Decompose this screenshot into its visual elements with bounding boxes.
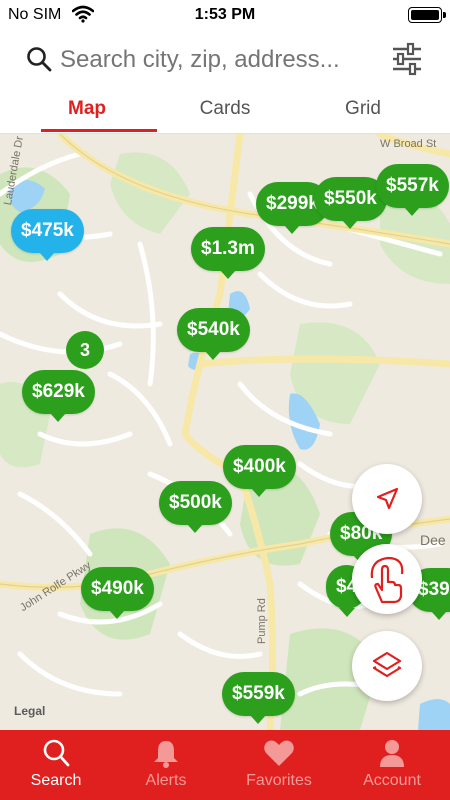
street-label: W Broad St (380, 138, 437, 150)
nav-label: Account (363, 772, 421, 789)
location-arrow-icon (376, 487, 399, 510)
draw-area-button[interactable] (352, 544, 422, 614)
search-icon (26, 46, 52, 77)
nav-alerts[interactable]: Alerts (110, 730, 222, 800)
nav-label: Alerts (145, 772, 187, 789)
legal-link[interactable]: Legal (14, 704, 45, 718)
status-bar: No SIM 1:53 PM (0, 0, 450, 30)
nav-label: Favorites (246, 772, 312, 789)
heart-icon (264, 740, 294, 766)
price-pin[interactable]: $540k (177, 308, 250, 360)
battery-icon (408, 7, 446, 23)
clock: 1:53 PM (194, 6, 256, 23)
draw-gesture-icon (370, 556, 404, 604)
price-pin[interactable]: $490k (81, 567, 154, 619)
search-bar (0, 30, 450, 90)
price-pin[interactable]: $1.3m (191, 227, 265, 279)
nav-label: Search (30, 772, 82, 789)
tab-cards[interactable]: Cards (150, 90, 300, 134)
search-icon (43, 739, 70, 767)
search-input[interactable] (60, 42, 380, 78)
layers-icon (372, 651, 402, 678)
nav-favorites[interactable]: Favorites (223, 730, 335, 800)
locate-me-button[interactable] (352, 464, 422, 534)
price-pin[interactable]: $500k (159, 481, 232, 533)
price-pin[interactable]: $557k (376, 164, 449, 216)
nav-search[interactable]: Search (0, 730, 112, 800)
street-label: Dee (420, 532, 446, 548)
view-tabs: Map Cards Grid (0, 90, 450, 134)
tab-map[interactable]: Map (12, 90, 162, 134)
street-label: Pump Rd (256, 598, 268, 644)
map-view[interactable]: Lauderdale Dr W Broad St John Rolfe Pkwy… (0, 134, 450, 730)
pin-cluster[interactable]: 3 (66, 331, 104, 369)
filter-sliders-icon[interactable] (390, 42, 424, 76)
price-pin[interactable]: $629k (22, 370, 95, 422)
person-icon (380, 740, 404, 767)
tab-grid[interactable]: Grid (288, 90, 438, 134)
bottom-nav: Search Alerts Favorites Account (0, 730, 450, 800)
nav-account[interactable]: Account (336, 730, 448, 800)
price-pin[interactable]: $400k (223, 445, 296, 497)
price-pin[interactable]: $475k (11, 209, 84, 261)
map-layers-button[interactable] (352, 631, 422, 701)
price-pin[interactable]: $559k (222, 672, 295, 724)
bell-icon (154, 741, 178, 768)
